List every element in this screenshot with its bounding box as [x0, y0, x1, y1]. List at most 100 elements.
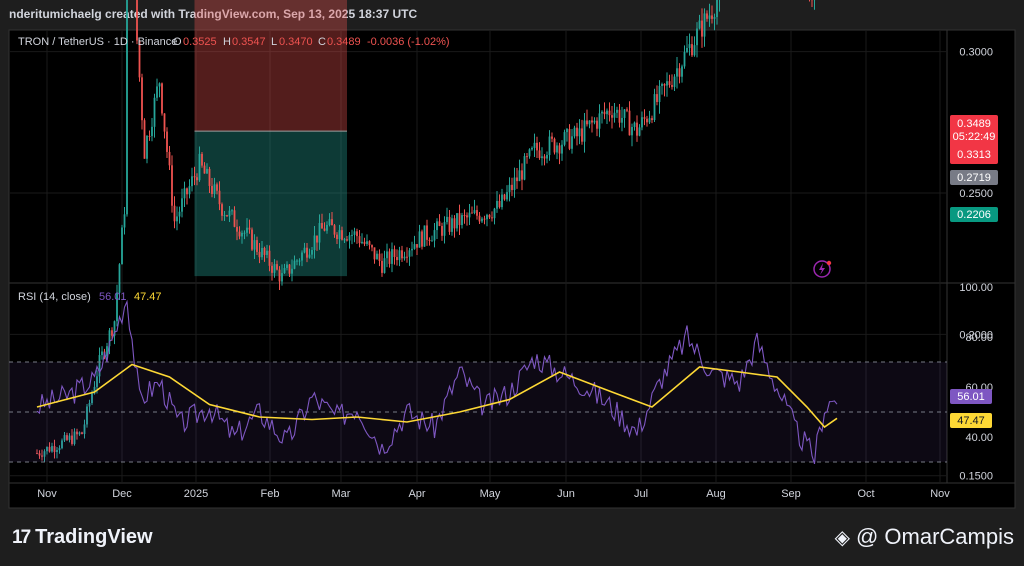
candle-body: [296, 260, 298, 262]
candle: [553, 137, 556, 155]
candle-body: [583, 120, 586, 142]
candle-body: [503, 194, 506, 200]
candle: [143, 118, 146, 159]
candle-body: [623, 109, 626, 118]
candle-body: [361, 241, 363, 244]
candle-body: [396, 257, 398, 261]
candle-body: [593, 120, 596, 123]
candle-body: [428, 239, 431, 241]
candle-body: [696, 28, 698, 46]
candle-body: [291, 268, 293, 274]
candle-body: [201, 153, 203, 166]
candle-body: [223, 215, 226, 217]
candle-body: [273, 264, 276, 273]
candle-body: [121, 227, 123, 265]
rsi-tick-label: 100.00: [959, 282, 993, 294]
candle: [716, 0, 718, 25]
candle-body: [568, 129, 571, 149]
candle-body: [578, 128, 581, 137]
candle-body: [258, 251, 261, 258]
candle-body: [123, 214, 126, 228]
candle-body: [528, 149, 531, 157]
candle-body: [688, 44, 691, 49]
x-tick-label: Feb: [261, 488, 280, 500]
candle-body: [453, 218, 456, 229]
rsi-band: [9, 362, 947, 462]
candle-body: [478, 215, 481, 222]
candle-body: [318, 223, 321, 243]
candle-body: [541, 156, 543, 159]
candle-body: [251, 229, 253, 250]
candle-body: [221, 204, 223, 216]
candle-body: [433, 230, 436, 241]
candle-body: [686, 48, 688, 52]
candle-body: [136, 0, 138, 41]
candle-body: [621, 117, 623, 123]
candle-body: [403, 256, 406, 259]
candle-body: [708, 15, 711, 19]
x-tick-label: Jun: [557, 488, 575, 500]
candle: [698, 14, 701, 30]
candle-body: [691, 44, 693, 56]
candle-body: [616, 109, 618, 113]
rsi-badge: 56.01: [950, 389, 992, 404]
candle: [713, 13, 716, 31]
candle-body: [321, 223, 323, 229]
candle-body: [476, 210, 478, 216]
rsi-ma-badge-text: 47.47: [957, 415, 985, 427]
author-handle-text: @ OmarCampis: [855, 524, 1014, 549]
candle-body: [263, 247, 266, 255]
candle-body: [286, 264, 288, 268]
x-tick-label: Jul: [634, 488, 648, 500]
candle-body: [441, 226, 443, 236]
candle-body: [713, 17, 716, 19]
candle-body: [496, 200, 498, 209]
candle-body: [408, 250, 411, 257]
candle-body: [506, 192, 508, 200]
author-handle: ◈ @ OmarCampis: [835, 524, 1014, 550]
candle-body: [293, 260, 296, 269]
candle-body: [313, 235, 316, 251]
candle-body: [443, 222, 446, 236]
candle-body: [268, 250, 271, 266]
candle-body: [456, 213, 458, 229]
x-tick-label: 2025: [184, 488, 208, 500]
candle-body: [538, 150, 541, 159]
candle-body: [398, 250, 401, 261]
candle: [251, 227, 253, 251]
candle-body: [356, 231, 358, 237]
candle-body: [118, 264, 121, 293]
rsi-tick-label: 80.00: [965, 332, 993, 344]
candle-body: [426, 225, 428, 240]
candle-body: [523, 156, 526, 180]
candle-body: [608, 110, 611, 116]
candle-body: [513, 177, 516, 191]
candle-body: [628, 110, 631, 136]
candle-body: [656, 94, 658, 102]
chart-svg[interactable]: Nov Dec 2025 Feb Mar Apr May Jun Jul Aug Sep Oct Nov…: [0, 0, 1024, 566]
candle-body: [533, 142, 536, 148]
candle-body: [521, 170, 523, 180]
candle-body: [333, 225, 336, 235]
level2-badge: 0.2719: [950, 170, 998, 185]
candle-body: [163, 113, 166, 132]
candle-body: [438, 221, 441, 227]
candle-body: [518, 170, 521, 182]
candle-body: [271, 265, 273, 273]
candle-body: [283, 267, 286, 274]
candle: [706, 10, 708, 22]
candle-body: [631, 126, 633, 136]
candle-body: [611, 115, 613, 118]
candle-body: [143, 120, 146, 159]
candle-body: [246, 227, 248, 233]
candle-body: [573, 127, 576, 137]
candle-body: [413, 244, 416, 249]
candle-body: [586, 120, 588, 125]
candle-body: [646, 118, 648, 123]
candle-body: [698, 20, 701, 29]
candle-body: [228, 210, 231, 217]
candle-body: [693, 45, 696, 56]
candle-body: [331, 219, 333, 226]
change-value: -0.0036 (-1.02%): [367, 36, 450, 48]
candle-body: [353, 231, 356, 235]
